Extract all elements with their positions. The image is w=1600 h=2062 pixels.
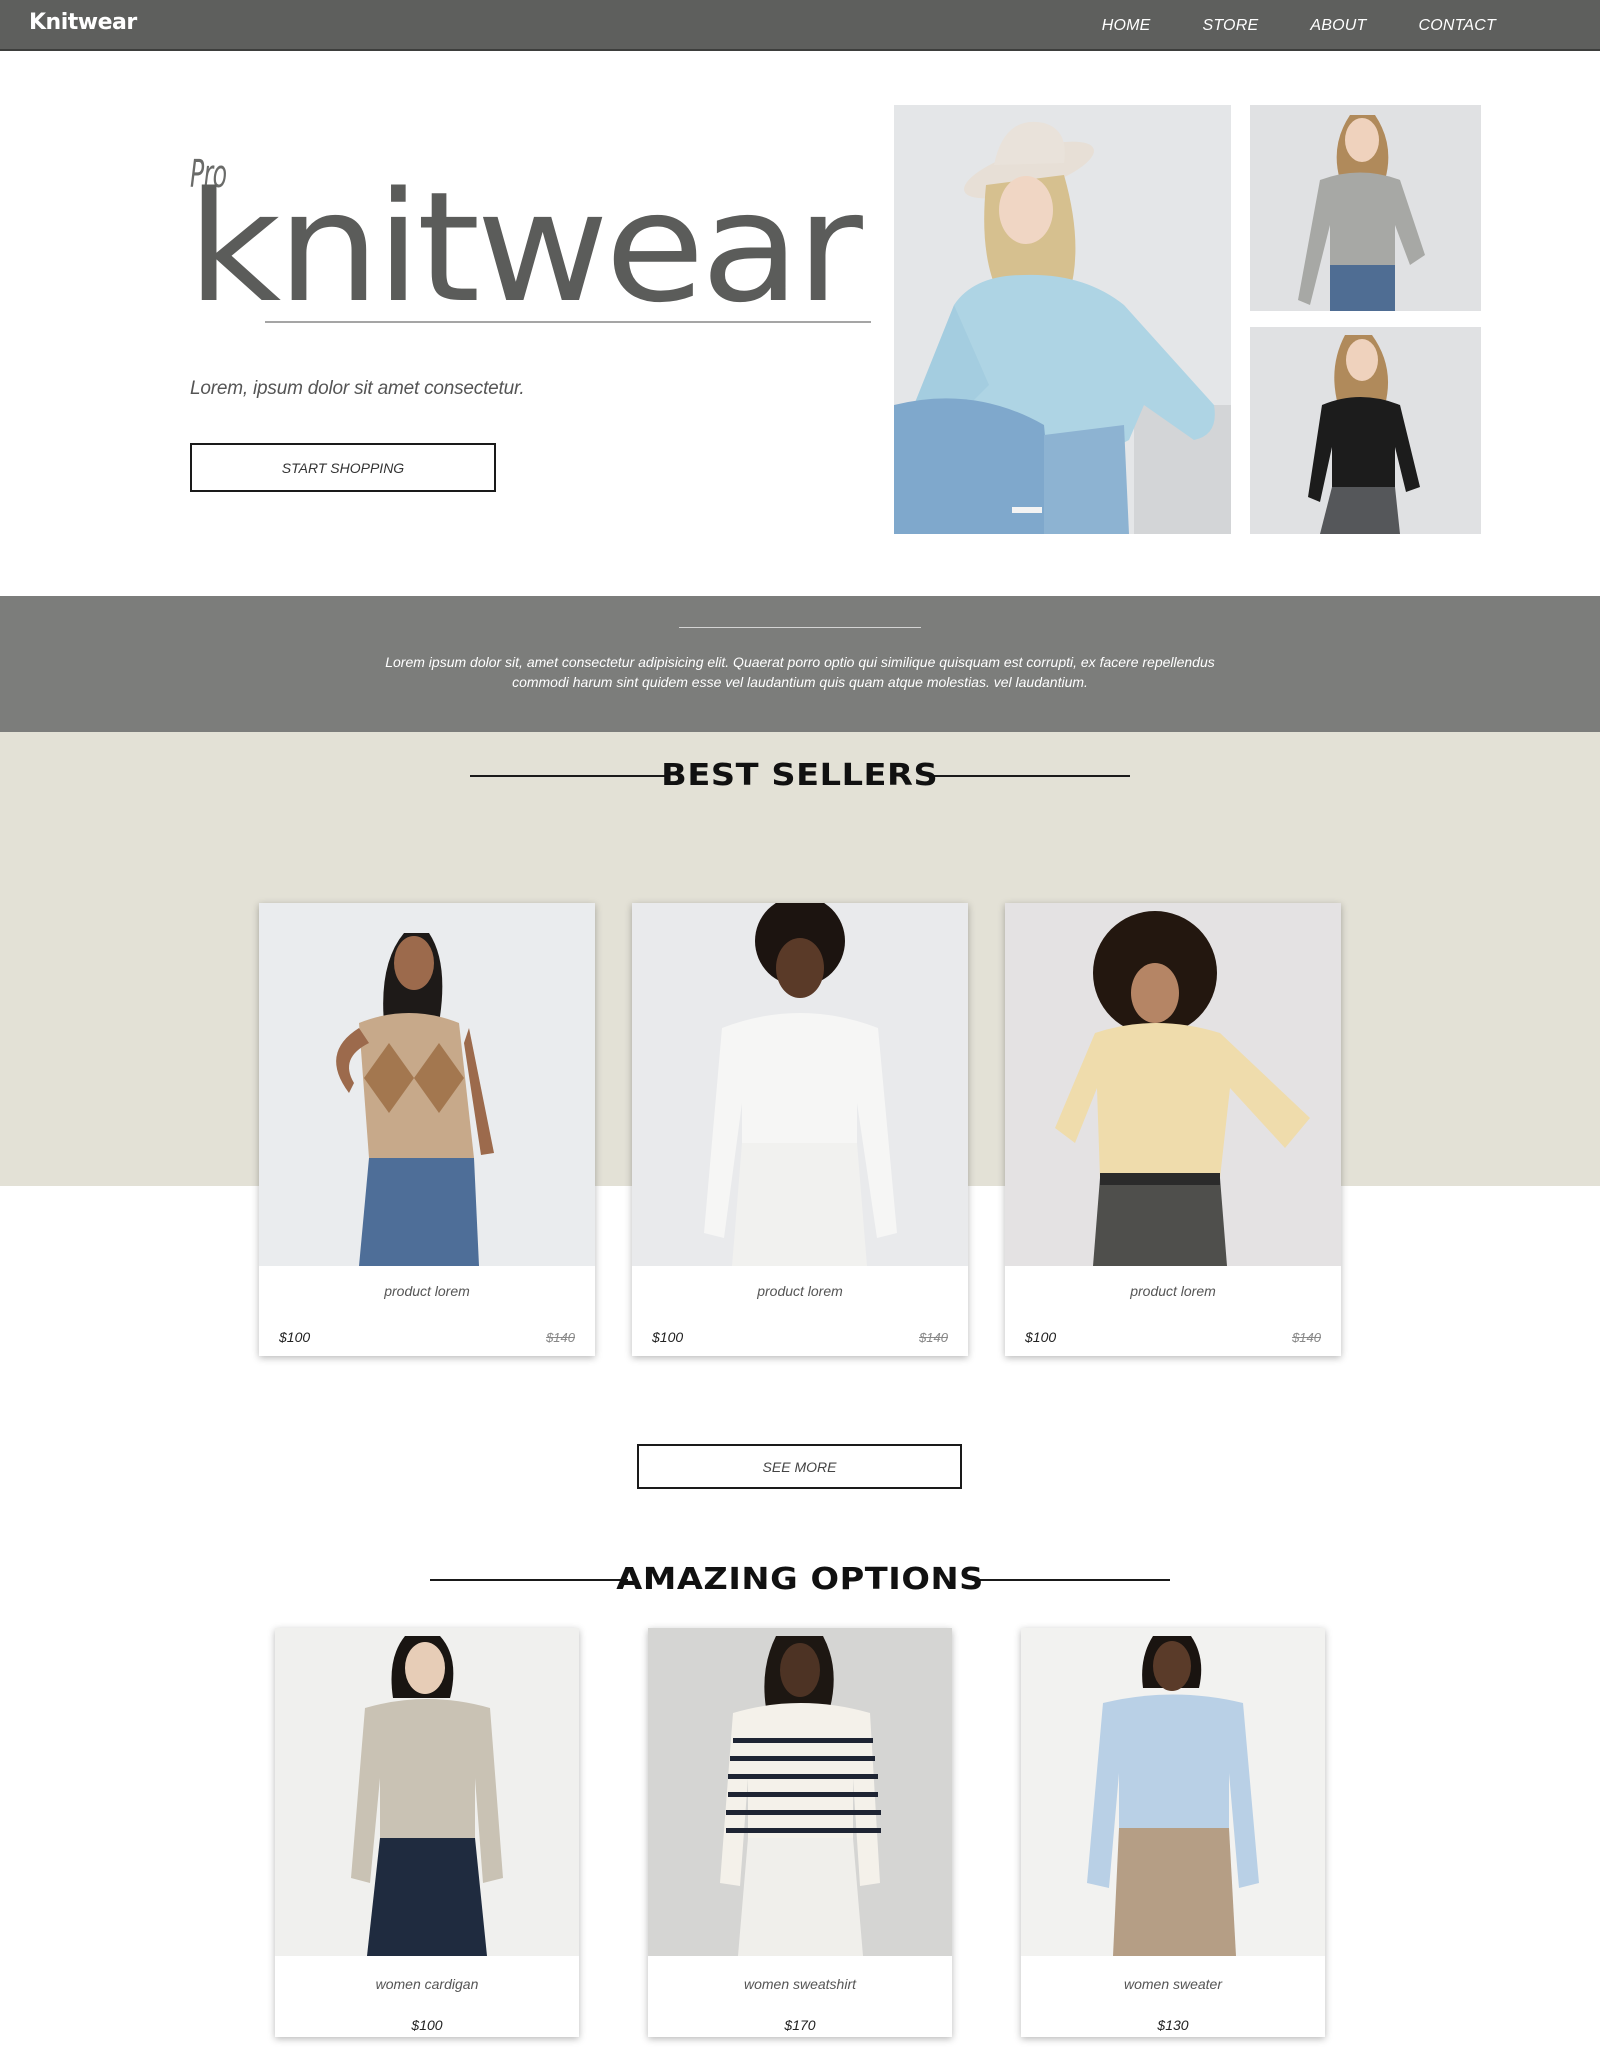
product-price: $170 [784, 2017, 816, 2033]
product-price: $100 [1025, 1329, 1057, 1345]
option-card[interactable]: women cardigan $100 [275, 1628, 579, 2037]
hero-title: knitwear [187, 159, 863, 336]
nav-link-about[interactable]: ABOUT [1310, 17, 1366, 35]
brand-logo[interactable]: Knitwear [29, 10, 137, 35]
hero-subtitle: Lorem, ipsum dolor sit amet consectetur. [190, 378, 525, 399]
best-sellers-heading: BEST SELLERS [0, 758, 1600, 793]
product-image [275, 1628, 579, 1956]
see-more-button[interactable]: SEE MORE [637, 1444, 962, 1489]
option-card[interactable]: women sweater $130 [1021, 1628, 1325, 2037]
product-image [1005, 903, 1341, 1266]
best-seller-card[interactable]: product lorem $100 $140 [632, 903, 968, 1356]
nav-link-contact[interactable]: CONTACT [1418, 17, 1496, 35]
hero-image-bottom [1250, 327, 1481, 534]
product-name: product lorem [1130, 1283, 1216, 1299]
info-band: Lorem ipsum dolor sit, amet consectetur … [0, 596, 1600, 732]
product-price: $100 [652, 1329, 684, 1345]
product-name: women cardigan [375, 1976, 479, 1992]
product-name: product lorem [757, 1283, 843, 1299]
nav-link-home[interactable]: HOME [1102, 17, 1151, 35]
heading-rule-right [931, 774, 1130, 777]
hero-underline [265, 321, 871, 323]
product-old-price: $140 [919, 1330, 948, 1345]
hero-image-main [894, 105, 1231, 534]
product-image [259, 903, 595, 1266]
amazing-options-heading: AMAZING OPTIONS [0, 1562, 1600, 1597]
heading-rule-left [470, 774, 669, 777]
nav-links: HOME STORE ABOUT CONTACT [1050, 0, 1496, 51]
product-old-price: $140 [546, 1330, 575, 1345]
product-old-price: $140 [1292, 1330, 1321, 1345]
amazing-options-title: AMAZING OPTIONS [616, 1562, 984, 1597]
nav-link-store[interactable]: STORE [1203, 17, 1259, 35]
start-shopping-button[interactable]: START SHOPPING [190, 443, 496, 492]
product-price: $130 [1157, 2017, 1189, 2033]
option-card[interactable]: women sweatshirt $170 [648, 1628, 952, 2037]
product-image [648, 1628, 952, 1956]
product-image [632, 903, 968, 1266]
band-divider [679, 627, 921, 628]
heading-rule-left [429, 1578, 628, 1581]
product-image [1021, 1628, 1325, 1956]
best-seller-card[interactable]: product lorem $100 $140 [259, 903, 595, 1356]
product-name: product lorem [384, 1283, 470, 1299]
product-price: $100 [411, 2017, 443, 2033]
product-name: women sweater [1123, 1976, 1223, 1992]
hero-image-top [1250, 105, 1481, 311]
best-seller-card[interactable]: product lorem $100 $140 [1005, 903, 1341, 1356]
top-nav: Knitwear HOME STORE ABOUT CONTACT [0, 0, 1600, 51]
band-text: Lorem ipsum dolor sit, amet consectetur … [385, 654, 1215, 690]
best-sellers-title: BEST SELLERS [661, 758, 939, 793]
heading-rule-right [972, 1578, 1171, 1581]
product-price: $100 [279, 1329, 311, 1345]
product-name: women sweatshirt [743, 1976, 857, 1992]
